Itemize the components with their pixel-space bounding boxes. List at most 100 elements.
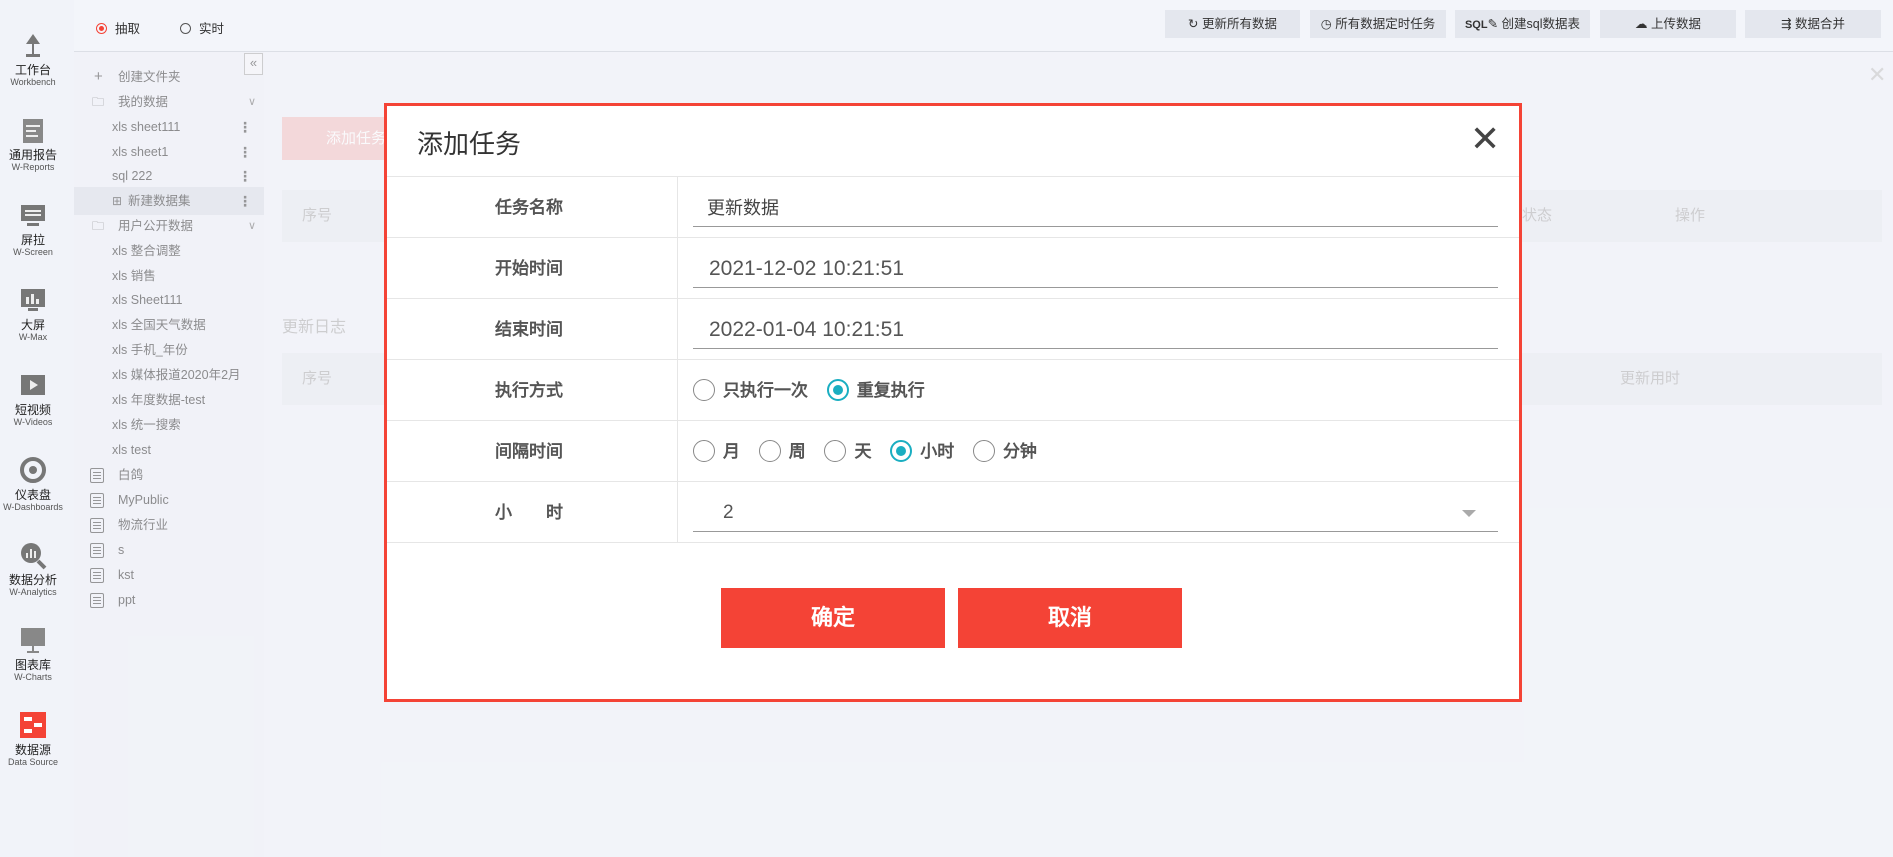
schedule-all-label: 所有数据定时任务 (1335, 17, 1436, 31)
caret-down-icon (1462, 510, 1476, 517)
refresh-all-button[interactable]: ↻ 更新所有数据 (1165, 10, 1300, 38)
mode-realtime-radio[interactable]: 实时 (180, 18, 224, 37)
radio-on-icon (826, 379, 849, 401)
interval-label: 间隔时间 (495, 442, 563, 461)
rail-sublabel: Data Source (7, 757, 59, 767)
rail-label: 屏拉 (20, 233, 45, 247)
execution-mode-radio-group: 只执行一次 重复执行 (693, 360, 939, 421)
radio-label: 分钟 (1002, 442, 1037, 461)
divider (677, 360, 678, 421)
rail-item-reports[interactable]: 通用报告 W-Reports (0, 115, 66, 173)
screen-icon (21, 205, 45, 226)
upload-label: 上传数据 (1650, 17, 1701, 31)
radio-month[interactable]: 月 (693, 421, 740, 482)
rail-item-analytics[interactable]: 数据分析 W-Analytics (0, 540, 66, 598)
execution-mode-row: 执行方式 只执行一次 重复执行 (387, 359, 1519, 421)
execution-mode-label: 执行方式 (495, 381, 563, 400)
radio-label: 小时 (920, 442, 955, 461)
radio-off-icon (693, 379, 715, 401)
radio-off-icon (693, 440, 715, 462)
rail-label: 图表库 (14, 658, 51, 672)
sql-edit-icon: ✎ (1487, 17, 1499, 31)
divider (677, 421, 678, 482)
radio-label: 天 (854, 442, 872, 461)
refresh-icon: ↻ (1188, 17, 1199, 31)
rail-label: 短视频 (14, 403, 51, 417)
rail-item-workbench[interactable]: 工作台 Workbench (0, 30, 66, 88)
rail-label: 通用报告 (8, 148, 57, 162)
top-bar: 抽取 实时 ↻ 更新所有数据 ◷ 所有数据定时任务 SQL✎ 创建sql数据表 … (74, 0, 1893, 52)
rail-item-charts[interactable]: 图表库 W-Charts (0, 625, 66, 683)
rail-label: 数据分析 (8, 573, 57, 587)
task-name-input[interactable]: 更新数据 (693, 189, 1498, 227)
merge-label: 数据合并 (1794, 17, 1845, 31)
radio-label: 只执行一次 (723, 381, 808, 400)
create-sql-label: 创建sql数据表 (1501, 17, 1581, 31)
analytics-magnifier-icon (21, 543, 47, 570)
refresh-all-label: 更新所有数据 (1201, 17, 1277, 31)
interval-radio-group: 月 周 天 小时 分钟 (693, 421, 1051, 482)
rail-sublabel: W-Screen (13, 247, 53, 257)
start-time-input[interactable]: 2021-12-02 10:21:51 (693, 250, 1498, 288)
merge-data-button[interactable]: ⇶ 数据合并 (1745, 10, 1881, 38)
mode-realtime-label: 实时 (199, 22, 225, 36)
start-time-label: 开始时间 (495, 259, 563, 278)
cancel-button[interactable]: 取消 (958, 588, 1182, 648)
rail-label: 工作台 (14, 63, 51, 77)
rail-sublabel: W-Analytics (9, 587, 57, 597)
schedule-all-button[interactable]: ◷ 所有数据定时任务 (1310, 10, 1446, 38)
bar-chart-screen-icon (21, 289, 45, 311)
radio-off-icon (180, 23, 191, 34)
radio-run-once[interactable]: 只执行一次 (693, 360, 808, 421)
create-sql-button[interactable]: SQL✎ 创建sql数据表 (1455, 10, 1590, 38)
rail-label: 数据源 (14, 743, 51, 757)
rail-label: 大屏 (20, 318, 45, 332)
rail-item-datasource[interactable]: 数据源 Data Source (0, 710, 66, 768)
divider (677, 299, 678, 360)
radio-off-icon (824, 440, 847, 462)
radio-label: 周 (788, 442, 806, 461)
close-icon[interactable]: ✕ (1470, 121, 1500, 157)
cloud-upload-icon: ☁ (1635, 17, 1648, 31)
video-icon (21, 375, 45, 395)
lamp-icon (26, 34, 40, 57)
radio-day[interactable]: 天 (824, 421, 871, 482)
end-time-input[interactable]: 2022-01-04 10:21:51 (693, 311, 1498, 349)
chart-library-icon (21, 628, 45, 653)
rail-sublabel: W-Reports (11, 162, 55, 172)
rail-item-max[interactable]: 大屏 W-Max (0, 285, 66, 343)
rail-sublabel: Workbench (10, 77, 56, 87)
hours-row: 小 时 2 (387, 481, 1519, 543)
dialog-title: 添加任务 (417, 129, 522, 159)
radio-repeat[interactable]: 重复执行 (826, 360, 925, 421)
sql-icon: SQL (1464, 19, 1488, 31)
end-time-label: 结束时间 (495, 320, 563, 339)
interval-row: 间隔时间 月 周 天 小时 分钟 (387, 420, 1519, 482)
radio-week[interactable]: 周 (758, 421, 806, 482)
radio-hour[interactable]: 小时 (890, 421, 954, 482)
mode-extract-label: 抽取 (115, 22, 141, 36)
divider (387, 542, 1519, 543)
end-time-row: 结束时间 2022-01-04 10:21:51 (387, 298, 1519, 360)
radio-label: 月 (723, 442, 740, 461)
rail-sublabel: W-Max (18, 332, 48, 342)
add-task-dialog: 添加任务 ✕ 任务名称 更新数据 开始时间 2021-12-02 10:21:5… (384, 103, 1522, 702)
divider (677, 482, 678, 543)
hours-select[interactable]: 2 (693, 494, 1498, 532)
radio-on-icon (890, 440, 913, 462)
divider (677, 238, 678, 299)
radio-minute[interactable]: 分钟 (972, 421, 1037, 482)
clock-icon: ◷ (1320, 17, 1332, 31)
mode-extract-radio[interactable]: 抽取 (96, 18, 140, 37)
rail-label: 仪表盘 (14, 488, 51, 502)
app-rail: 工作台 Workbench 通用报告 W-Reports 屏拉 W-Screen… (0, 0, 74, 857)
report-icon (23, 119, 43, 143)
merge-icon: ⇶ (1781, 17, 1792, 31)
rail-sublabel: W-Dashboards (3, 502, 63, 512)
rail-item-screen[interactable]: 屏拉 W-Screen (0, 200, 66, 258)
upload-data-button[interactable]: ☁ 上传数据 (1600, 10, 1736, 38)
rail-item-dashboards[interactable]: 仪表盘 W-Dashboards (0, 455, 66, 513)
task-name-label: 任务名称 (495, 198, 563, 217)
rail-item-videos[interactable]: 短视频 W-Videos (0, 370, 66, 428)
confirm-button[interactable]: 确定 (721, 588, 945, 648)
